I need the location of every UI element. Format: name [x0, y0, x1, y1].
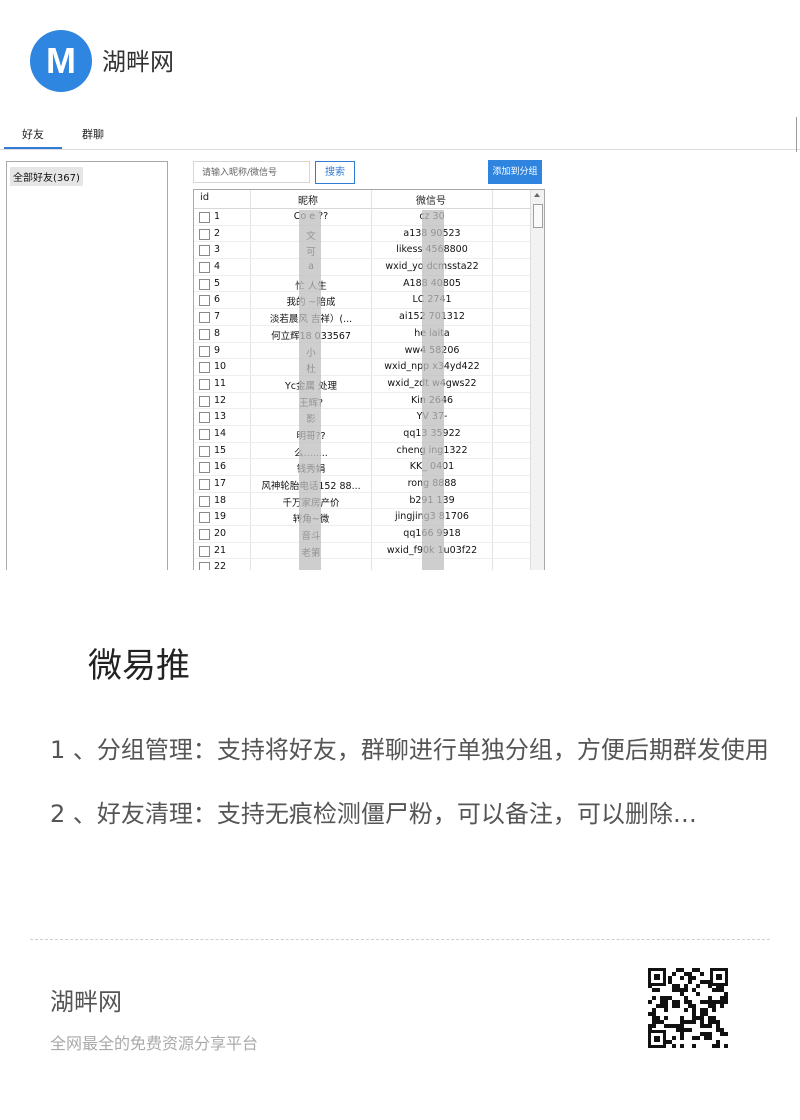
- table-row[interactable]: 18千万家房产价 b291 139: [194, 493, 530, 510]
- row-id: 19: [214, 511, 227, 523]
- table-row[interactable]: 6我的 ~陪成LC 2741: [194, 292, 530, 310]
- row-checkbox[interactable]: [199, 428, 210, 440]
- pixelated-mask: [422, 210, 444, 570]
- row-checkbox[interactable]: [199, 228, 210, 240]
- row-id: 16: [214, 461, 227, 473]
- pixelated-mask: [299, 210, 321, 570]
- table-row[interactable]: 21老第wxid_f90k 1u03f22: [194, 543, 530, 560]
- site-name[interactable]: 湖畔网: [102, 42, 174, 77]
- article-summary: 1 、分组管理：支持将好友，群聊进行单独分组，方便后期群发使用2 、好友清理：支…: [50, 736, 769, 828]
- row-id: 5: [214, 277, 221, 289]
- row-id: 8: [214, 327, 221, 339]
- group-list-panel: 全部好友(367): [6, 161, 168, 570]
- table-row[interactable]: 13影YV 37-: [194, 409, 530, 426]
- site-logo[interactable]: M: [30, 30, 92, 92]
- search-input[interactable]: 请输入昵称/微信号: [193, 161, 310, 183]
- table-row[interactable]: 20音斗qq166 9918: [194, 526, 530, 543]
- row-checkbox[interactable]: [199, 212, 210, 223]
- row-checkbox[interactable]: [199, 562, 210, 570]
- scroll-up-arrow-icon[interactable]: [534, 193, 540, 197]
- table-row[interactable]: 11Yc金属 处理wxid_zdt w4gws22: [194, 376, 530, 393]
- table-row[interactable]: 17风神轮胎电话152 88...rong 8888: [194, 476, 530, 493]
- table-header: id 昵称 微信号: [194, 190, 530, 209]
- table-row[interactable]: 16钱秀娟KK_ 0401: [194, 459, 530, 476]
- column-header-nickname[interactable]: 昵称: [298, 192, 318, 207]
- dashed-divider: [30, 939, 770, 940]
- table-row[interactable]: 4 awxid_yo dcmssta22: [194, 259, 530, 276]
- row-checkbox[interactable]: [199, 312, 210, 324]
- table-body: 1Co e ??cz 302 文a138 905233 可likess 4568…: [194, 209, 530, 570]
- row-checkbox[interactable]: [199, 512, 210, 524]
- row-id: 14: [214, 427, 227, 439]
- app-screenshot: 好友 群聊 全部好友(367) 请输入昵称/微信号 搜索 添加到分组 id 昵称…: [0, 117, 800, 570]
- row-id: 12: [214, 394, 227, 406]
- tab-friends[interactable]: 好友: [22, 126, 44, 142]
- table-row[interactable]: 12王辉? Kin 2646: [194, 393, 530, 410]
- active-tab-indicator: [4, 147, 62, 149]
- add-to-group-button[interactable]: 添加到分组: [488, 160, 542, 184]
- row-checkbox[interactable]: [199, 262, 210, 274]
- qr-code-icon: [648, 968, 728, 1048]
- site-header: M 湖畔网: [0, 0, 800, 110]
- window-edge: [796, 117, 797, 152]
- row-id: 1: [214, 211, 221, 222]
- row-checkbox[interactable]: [199, 462, 210, 474]
- row-id: 7: [214, 311, 221, 323]
- table-row[interactable]: 5忙 人生A188 40805: [194, 276, 530, 293]
- row-id: 11: [214, 377, 227, 389]
- scroll-thumb[interactable]: [533, 204, 543, 228]
- row-id: 17: [214, 478, 227, 489]
- row-id: 10: [214, 361, 227, 373]
- row-checkbox[interactable]: [199, 328, 210, 340]
- table-row[interactable]: 7 淡若晨风 吉祥）(... ai152 701312: [194, 309, 530, 326]
- table-row[interactable]: 19转角~微 jingjing3 81706: [194, 509, 530, 527]
- row-checkbox[interactable]: [199, 479, 210, 490]
- row-id: 18: [214, 494, 227, 506]
- friends-table: id 昵称 微信号 1Co e ??cz 302 文a138 905233 可l…: [193, 189, 545, 570]
- vertical-scrollbar[interactable]: [530, 190, 544, 570]
- search-button[interactable]: 搜索: [315, 161, 355, 184]
- tab-bar: 好友 群聊: [0, 117, 800, 150]
- table-row[interactable]: 1Co e ??cz 30: [194, 209, 530, 226]
- row-id: 4: [214, 261, 221, 273]
- row-checkbox[interactable]: [199, 529, 210, 541]
- row-checkbox[interactable]: [199, 545, 210, 557]
- tab-groups[interactable]: 群聊: [82, 126, 104, 142]
- table-row[interactable]: 2 文a138 90523: [194, 226, 530, 243]
- row-id: 2: [214, 227, 221, 239]
- table-row[interactable]: 22: [194, 559, 530, 570]
- footer-slogan: 全网最全的免费资源分享平台: [50, 1034, 259, 1053]
- row-checkbox[interactable]: [199, 345, 210, 357]
- row-id: 20: [214, 528, 227, 540]
- table-row[interactable]: 14明哥??qq13 35922: [194, 426, 530, 443]
- row-checkbox[interactable]: [199, 278, 210, 290]
- column-header-id[interactable]: id: [200, 192, 209, 203]
- table-row[interactable]: 9小ww4 58206: [194, 343, 530, 360]
- row-id: 9: [214, 344, 221, 356]
- table-row[interactable]: 10杜wxid_npp x34yd422: [194, 359, 530, 376]
- row-checkbox[interactable]: [199, 395, 210, 407]
- row-id: 22: [214, 561, 227, 570]
- table-row[interactable]: 8何立辉18 033567he iaita: [194, 326, 530, 343]
- row-checkbox[interactable]: [199, 412, 210, 424]
- row-id: 13: [214, 411, 227, 423]
- table-row[interactable]: 15么........cheng ing1322: [194, 443, 530, 460]
- column-header-wechat-id[interactable]: 微信号: [416, 192, 446, 207]
- row-checkbox[interactable]: [199, 362, 210, 374]
- footer-site-name[interactable]: 湖畔网: [50, 982, 122, 1017]
- row-id: 3: [214, 244, 221, 256]
- group-item-all-friends[interactable]: 全部好友(367): [10, 167, 83, 186]
- row-checkbox[interactable]: [199, 495, 210, 507]
- row-id: 15: [214, 444, 227, 456]
- row-id: 6: [214, 294, 221, 306]
- row-checkbox[interactable]: [199, 295, 210, 307]
- article-title[interactable]: 微易推: [88, 638, 190, 687]
- row-checkbox[interactable]: [199, 245, 210, 257]
- row-id: 21: [214, 544, 227, 556]
- row-checkbox[interactable]: [199, 378, 210, 390]
- table-row[interactable]: 3 可likess 4568800: [194, 242, 530, 260]
- row-checkbox[interactable]: [199, 445, 210, 457]
